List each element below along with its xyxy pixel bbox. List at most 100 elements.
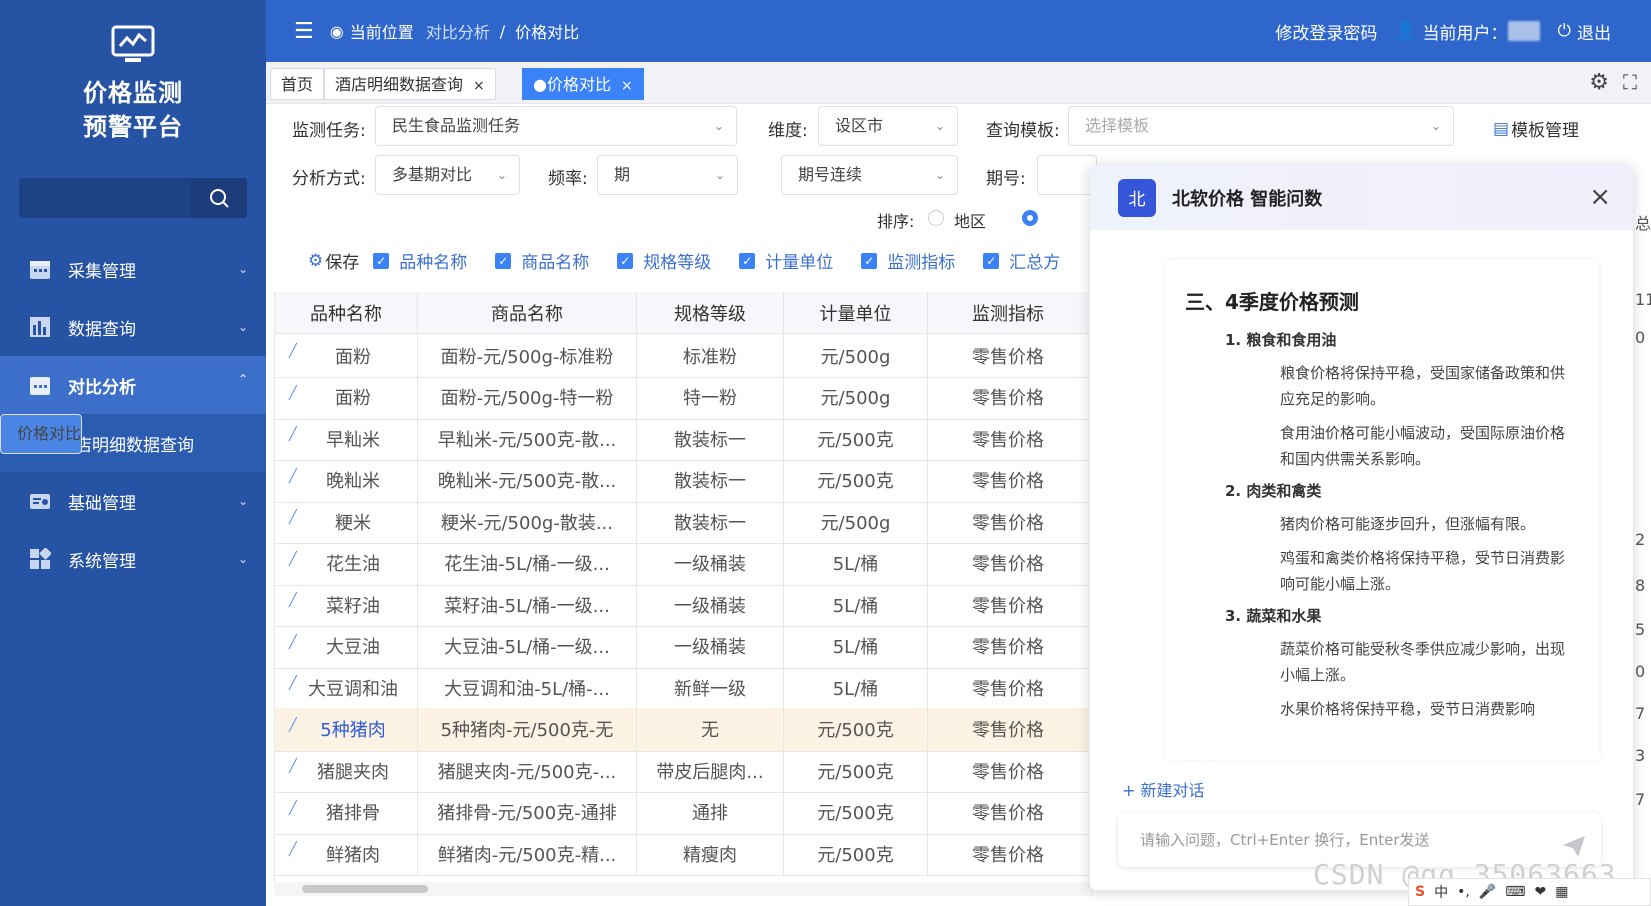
table-cell: 标准粉 <box>637 334 784 377</box>
cell-text: 面粉-元/500g-标准粉 <box>440 346 614 368</box>
close-icon[interactable]: × <box>473 78 485 94</box>
table-cell: 散装标一 <box>637 500 784 543</box>
period-select[interactable] <box>1037 155 1097 195</box>
chat-header: 北 北软价格 智能问数 × <box>1090 165 1633 230</box>
chevron-down-icon: ⌄ <box>934 119 945 133</box>
table-row[interactable]: ╱ 花生油 花生油-5L/桶-一级... 一级桶装 5L/桶 零售价格 <box>275 541 1088 586</box>
table-cell: ╱ 5种猪肉 <box>275 707 418 751</box>
template-select[interactable]: 选择模板 ⌄ <box>1068 106 1454 146</box>
trend-chart-icon[interactable]: ╱ <box>289 759 297 774</box>
scrollbar-thumb[interactable] <box>302 885 428 893</box>
trend-chart-icon[interactable]: ╱ <box>289 344 297 359</box>
table-cell: ╱ 大豆油 <box>275 624 418 668</box>
cell-text: 元/500克 <box>817 429 894 451</box>
table-row[interactable]: ╱ 鲜猪肉 鲜猪肉-元/500克-精... 精瘦肉 元/500克 零售价格 <box>275 832 1088 876</box>
period-mode-select[interactable]: 期号连续 ⌄ <box>781 155 958 195</box>
table-row[interactable]: ╱ 早籼米 早籼米-元/500克-散... 散装标一 元/500克 零售价格 <box>275 417 1088 461</box>
menu-base-management[interactable]: 基础管理 ⌄ <box>0 472 266 530</box>
menu-collection[interactable]: 采集管理 ⌄ <box>0 240 266 298</box>
location-label: 当前位置 <box>349 23 414 42</box>
tab-hotel-query[interactable]: 酒店明细数据查询 × <box>324 68 496 100</box>
menu-data-query[interactable]: 数据查询 ⌄ <box>0 298 266 356</box>
select-value: 民生食品监测任务 <box>392 116 521 135</box>
trend-chart-icon[interactable]: ╱ <box>289 427 297 442</box>
save-button[interactable]: ⚙ 保存 <box>308 248 359 274</box>
logout-button[interactable]: ⏻ 退出 <box>1558 19 1611 44</box>
trend-chart-icon[interactable]: ╱ <box>289 552 297 567</box>
column-header[interactable]: 计量单位 <box>784 292 928 333</box>
submenu-label: 价格对比 <box>17 424 82 443</box>
radio-selected[interactable] <box>1022 210 1038 226</box>
table-row[interactable]: ╱ 面粉 面粉-元/500g-特一粉 特一粉 元/500g 零售价格 <box>275 375 1088 420</box>
logout-label: 退出 <box>1577 23 1611 44</box>
trend-chart-icon[interactable]: ╱ <box>289 842 297 857</box>
cell-text: 零售价格 <box>972 554 1044 575</box>
chevron-down-icon: ⌄ <box>237 320 248 334</box>
close-icon[interactable]: × <box>1589 183 1611 211</box>
edge-value: 7 <box>1635 790 1646 809</box>
trend-chart-icon[interactable]: ╱ <box>289 469 297 484</box>
change-password-link[interactable]: 修改登录密码 <box>1275 19 1377 44</box>
checkbox-column[interactable]: ✓ 品种名称 <box>373 248 467 273</box>
table-row[interactable]: ╱ 大豆油 大豆油-5L/桶-一级... 一级桶装 5L/桶 零售价格 <box>275 624 1088 669</box>
table-row[interactable]: ╱ 粳米 粳米-元/500g-散装... 散装标一 元/500g 零售价格 <box>275 500 1088 544</box>
task-select[interactable]: 民生食品监测任务 ⌄ <box>375 106 737 146</box>
column-header[interactable]: 商品名称 <box>418 292 637 333</box>
checkbox-column[interactable]: ✓ 商品名称 <box>495 248 589 273</box>
table-row[interactable]: ╱ 大豆调和油 大豆调和油-5L/桶-... 新鲜一级 5L/桶 零售价格 <box>275 666 1088 710</box>
horizontal-scrollbar[interactable] <box>274 882 1094 896</box>
template-manage-button[interactable]: ▤ 模板管理 <box>1493 116 1579 142</box>
checkbox-column[interactable]: ✓ 规格等级 <box>617 248 711 273</box>
table-row[interactable]: ╱ 菜籽油 菜籽油-5L/桶-一级... 一级桶装 5L/桶 零售价格 <box>275 583 1088 627</box>
table-row[interactable]: ╱ 面粉 面粉-元/500g-标准粉 标准粉 元/500g 零售价格 <box>275 334 1088 378</box>
cell-text: 菜籽油 <box>326 595 380 617</box>
column-header[interactable]: 品种名称 <box>275 292 418 333</box>
method-select[interactable]: 多基期对比 ⌄ <box>375 155 520 195</box>
keyboard-icon[interactable]: ⌨ <box>1505 884 1525 900</box>
new-chat-button[interactable]: + 新建对话 <box>1122 777 1205 801</box>
section-paragraph: 粮食价格将保持平稳，受国家储备政策和供应充足的影响。 <box>1280 364 1566 408</box>
table-row[interactable]: ╱ 晚籼米 晚籼米-元/500克-散... 散装标一 元/500克 零售价格 <box>275 458 1088 503</box>
tab-price-compare[interactable]: ●价格对比 × <box>522 68 644 100</box>
checkbox-column[interactable]: ✓ 计量单位 <box>739 248 833 273</box>
column-header[interactable]: 规格等级 <box>637 292 784 333</box>
menu-toggle-icon[interactable]: ☰ <box>294 19 314 44</box>
microphone-icon[interactable]: 🎤 <box>1479 884 1496 900</box>
table-cell: 零售价格 <box>928 749 1088 792</box>
skin-icon[interactable]: ❤ <box>1534 884 1546 900</box>
punctuation-icon[interactable]: •, <box>1457 884 1470 900</box>
frequency-select[interactable]: 期 ⌄ <box>597 155 738 195</box>
chevron-down-icon: ⌄ <box>713 119 724 133</box>
trend-chart-icon[interactable]: ╱ <box>289 635 297 650</box>
menu-compare-analysis[interactable]: 对比分析 ⌃ <box>0 356 266 414</box>
grid-icon[interactable]: ▦ <box>1555 884 1568 900</box>
user-area: 👤 当前用户： <box>1395 19 1540 44</box>
table-cell: 通排 <box>637 790 784 834</box>
close-icon[interactable]: × <box>621 78 633 94</box>
submenu-price-compare[interactable]: 价格对比 <box>0 414 83 454</box>
trend-chart-icon[interactable]: ╱ <box>289 676 297 691</box>
trend-chart-icon[interactable]: ╱ <box>289 718 297 733</box>
table-row[interactable]: ╱ 猪排骨 猪排骨-元/500克-通排 通排 元/500克 零售价格 <box>275 790 1088 835</box>
fullscreen-icon[interactable]: ⛶ <box>1623 70 1637 95</box>
search-button[interactable] <box>191 178 247 218</box>
trend-chart-icon[interactable]: ╱ <box>289 510 297 525</box>
gear-icon[interactable]: ⚙ <box>1589 70 1609 95</box>
cell-text: 大豆调和油-5L/桶-... <box>444 678 610 700</box>
column-header[interactable]: 监测指标 <box>928 292 1088 333</box>
breadcrumb-item[interactable]: 对比分析 <box>426 19 490 43</box>
ime-language[interactable]: 中 <box>1434 882 1448 902</box>
menu-system-management[interactable]: 系统管理 ⌄ <box>0 530 266 588</box>
trend-chart-icon[interactable]: ╱ <box>289 801 297 816</box>
dimension-select[interactable]: 设区市 ⌄ <box>818 106 958 146</box>
sidebar-search[interactable] <box>19 178 247 218</box>
table-row[interactable]: ╱ 5种猪肉 5种猪肉-元/500克-无 无 元/500克 零售价格 <box>275 707 1088 752</box>
checkbox-column[interactable]: ✓ 汇总方 <box>983 248 1060 273</box>
checkbox-column[interactable]: ✓ 监测指标 <box>861 248 955 273</box>
radio-region[interactable] <box>928 210 944 226</box>
trend-chart-icon[interactable]: ╱ <box>289 593 297 608</box>
tab-home[interactable]: 首页 <box>270 68 325 100</box>
search-icon <box>210 189 229 208</box>
trend-chart-icon[interactable]: ╱ <box>289 386 297 401</box>
table-row[interactable]: ╱ 猪腿夹肉 猪腿夹肉-元/500克-... 带皮后腿肉... 元/500克 零售价格 <box>275 749 1088 793</box>
